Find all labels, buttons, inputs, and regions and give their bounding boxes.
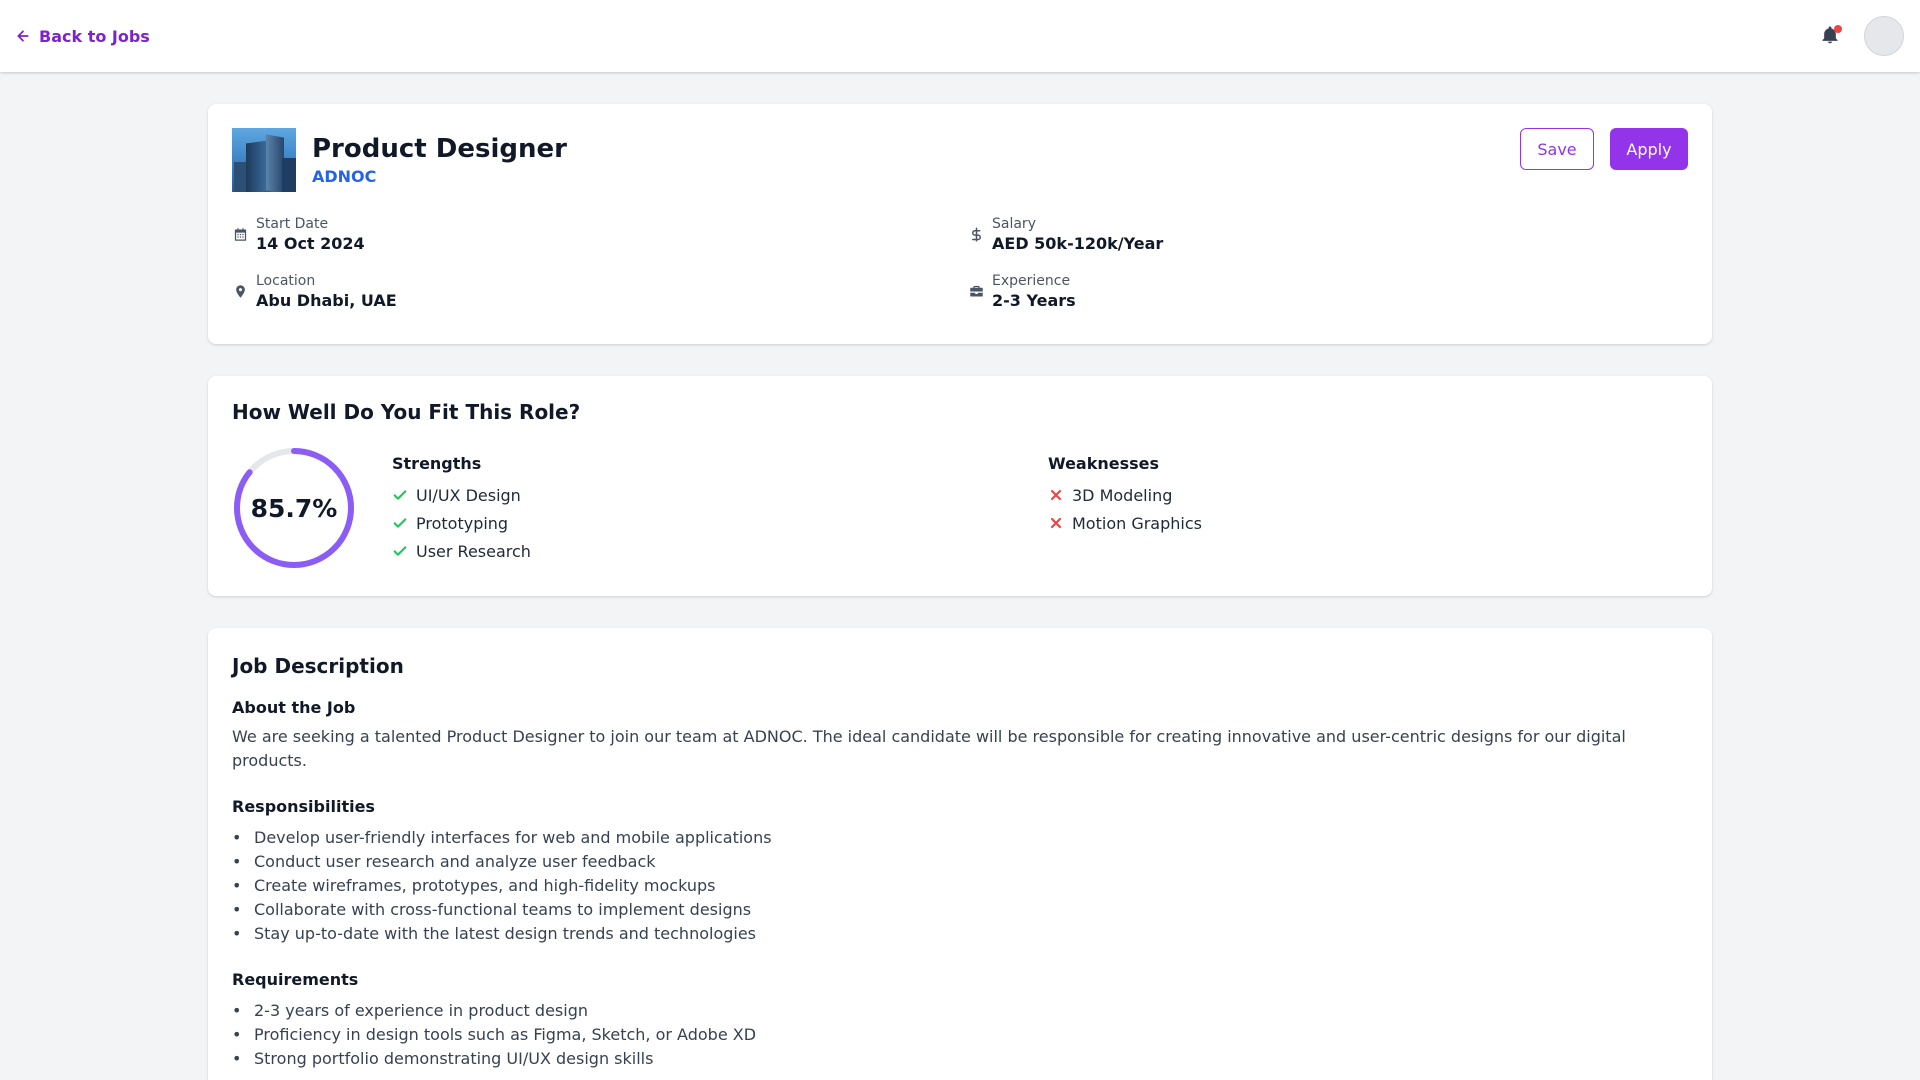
experience-value: 2-3 Years: [992, 291, 1076, 310]
x-icon: [1050, 489, 1062, 501]
back-to-jobs-label: Back to Jobs: [39, 26, 150, 46]
weakness-item: Motion Graphics: [1048, 509, 1202, 537]
job-meta: Start Date 14 Oct 2024 Salary AED 50k-12…: [232, 216, 1688, 310]
location-label: Location: [256, 273, 316, 289]
list-item: Create wireframes, prototypes, and high-…: [232, 874, 1688, 898]
list-item: Stay up-to-date with the latest design t…: [232, 922, 1688, 946]
fit-score-value: 85.7%: [250, 493, 338, 523]
company-logo: [232, 128, 296, 192]
salary-label: Salary: [992, 216, 1036, 232]
back-to-jobs-link[interactable]: Back to Jobs: [15, 27, 150, 46]
strength-label: UI/UX Design: [416, 485, 521, 505]
responsibilities-title: Responsibilities: [232, 797, 375, 816]
arrow-left-icon: [17, 30, 29, 42]
dollar-icon: [968, 227, 984, 243]
list-item: Conduct user research and analyze user f…: [232, 850, 1688, 874]
map-pin-icon: [232, 284, 248, 300]
weaknesses-title: Weaknesses: [1048, 454, 1160, 473]
experience-label: Experience: [992, 273, 1071, 289]
notification-dot: [1834, 25, 1842, 33]
meta-location: Location Abu Dhabi, UAE: [232, 273, 968, 310]
job-header-card: Product Designer ADNOC Save Apply Start …: [208, 104, 1712, 344]
salary-value: AED 50k-120k/Year: [992, 234, 1164, 253]
job-title: Product Designer: [312, 133, 567, 164]
strength-item: Prototyping: [392, 509, 1048, 537]
list-item: Develop user-friendly interfaces for web…: [232, 826, 1688, 850]
job-description-card: Job Description About the Job We are see…: [208, 628, 1712, 1080]
requirements-list: 2-3 years of experience in product desig…: [232, 999, 1688, 1071]
check-icon: [393, 490, 407, 500]
meta-start-date: Start Date 14 Oct 2024: [232, 216, 968, 253]
calendar-icon: [232, 227, 248, 243]
strength-label: Prototyping: [416, 513, 509, 533]
weakness-label: 3D Modeling: [1072, 485, 1173, 505]
role-fit-title: How Well Do You Fit This Role?: [232, 400, 581, 424]
strength-label: User Research: [416, 541, 531, 561]
strength-item: User Research: [392, 537, 1048, 565]
about-job-text: We are seeking a talented Product Design…: [232, 727, 1626, 770]
job-description-title: Job Description: [232, 654, 404, 678]
save-button[interactable]: Save: [1520, 128, 1594, 170]
briefcase-icon: [968, 284, 984, 300]
start-date-label: Start Date: [256, 216, 329, 232]
check-icon: [393, 518, 407, 528]
weaknesses-column: Weaknesses 3D Modeling Motion Graphics: [1048, 446, 1202, 570]
requirements-title: Requirements: [232, 970, 359, 989]
weakness-label: Motion Graphics: [1072, 513, 1202, 533]
topbar-actions: [1820, 16, 1904, 56]
about-job-title: About the Job: [232, 698, 356, 717]
list-item: Proficiency in design tools such as Figm…: [232, 1023, 1688, 1047]
x-icon: [1050, 517, 1062, 529]
role-fit-card: How Well Do You Fit This Role? 85.7% Str…: [208, 376, 1712, 596]
notifications-button[interactable]: [1820, 25, 1842, 47]
top-bar: Back to Jobs: [0, 0, 1920, 72]
responsibilities-list: Develop user-friendly interfaces for web…: [232, 826, 1688, 946]
apply-button[interactable]: Apply: [1610, 128, 1688, 170]
list-item: Collaborate with cross-functional teams …: [232, 898, 1688, 922]
list-item: Strong portfolio demonstrating UI/UX des…: [232, 1047, 1688, 1071]
weakness-item: 3D Modeling: [1048, 481, 1202, 509]
list-item: 2-3 years of experience in product desig…: [232, 999, 1688, 1023]
meta-salary: Salary AED 50k-120k/Year: [968, 216, 1704, 253]
strength-item: UI/UX Design: [392, 481, 1048, 509]
fit-score-gauge: 85.7%: [232, 446, 356, 570]
location-value: Abu Dhabi, UAE: [256, 291, 397, 310]
start-date-value: 14 Oct 2024: [256, 234, 365, 253]
strengths-column: Strengths UI/UX Design Prototyping User …: [392, 446, 1048, 570]
check-icon: [393, 546, 407, 556]
strengths-title: Strengths: [392, 454, 482, 473]
company-link[interactable]: ADNOC: [312, 167, 567, 186]
meta-experience: Experience 2-3 Years: [968, 273, 1704, 310]
avatar[interactable]: [1864, 16, 1904, 56]
